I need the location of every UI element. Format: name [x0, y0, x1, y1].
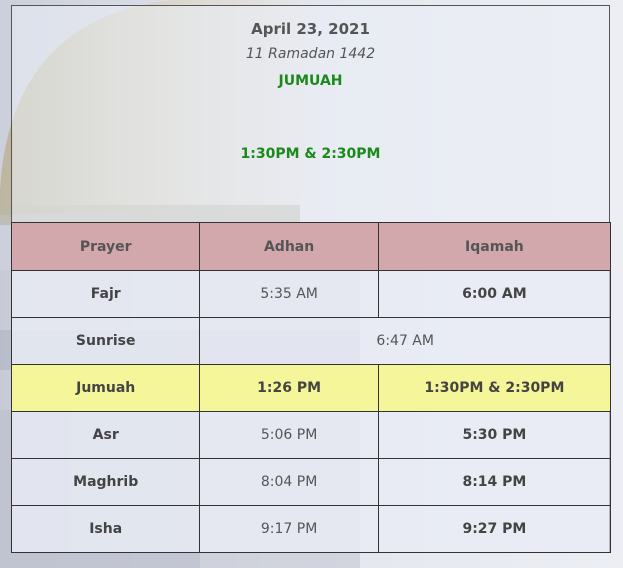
table-row-maghrib: Maghrib 8:04 PM 8:14 PM	[10, 458, 612, 506]
adhan-time: 8:04 PM	[199, 458, 379, 506]
iqamah-time: 6:00 AM	[377, 270, 612, 318]
table-row-sunrise: Sunrise 6:47 AM	[10, 317, 611, 365]
table-row-fajr: Fajr 5:35 AM 6:00 AM	[10, 270, 612, 318]
iqamah-time: 9:27 PM	[377, 505, 612, 553]
iqamah-time: 1:30PM & 2:30PM	[377, 364, 612, 412]
prayer-times-panel: April 23, 2021 11 Ramadan 1442 JUMUAH 1:…	[10, 5, 612, 553]
prayer-name: Jumuah	[10, 364, 201, 412]
table-row-isha: Isha 9:17 PM 9:27 PM	[10, 505, 612, 553]
jumuah-times: 1:30PM & 2:30PM	[240, 146, 381, 162]
adhan-time: 5:06 PM	[199, 411, 379, 459]
jumuah-label: JUMUAH	[278, 73, 343, 89]
hijri-date: 11 Ramadan 1442	[245, 46, 376, 62]
column-header-iqamah: Iqamah	[377, 222, 612, 271]
iqamah-time: 8:14 PM	[377, 458, 612, 506]
column-header-adhan: Adhan	[199, 222, 379, 271]
prayer-name: Maghrib	[10, 458, 201, 506]
prayer-name: Sunrise	[10, 317, 201, 365]
adhan-time: 1:26 PM	[199, 364, 379, 412]
adhan-time: 9:17 PM	[199, 505, 379, 553]
prayer-name: Asr	[10, 411, 201, 459]
table-row-asr: Asr 5:06 PM 5:30 PM	[10, 411, 612, 459]
table-header-row: Prayer Adhan Iqamah	[10, 222, 612, 271]
column-header-prayer: Prayer	[10, 222, 201, 271]
prayer-name: Fajr	[10, 270, 201, 318]
prayer-times-table: Prayer Adhan Iqamah Fajr 5:35 AM 6:00 AM…	[10, 222, 612, 553]
prayer-name: Isha	[10, 505, 201, 553]
sunrise-time: 6:47 AM	[199, 317, 611, 365]
adhan-time: 5:35 AM	[199, 270, 379, 318]
table-row-jumuah: Jumuah 1:26 PM 1:30PM & 2:30PM	[10, 364, 612, 412]
gregorian-date: April 23, 2021	[251, 20, 370, 38]
iqamah-time: 5:30 PM	[377, 411, 612, 459]
